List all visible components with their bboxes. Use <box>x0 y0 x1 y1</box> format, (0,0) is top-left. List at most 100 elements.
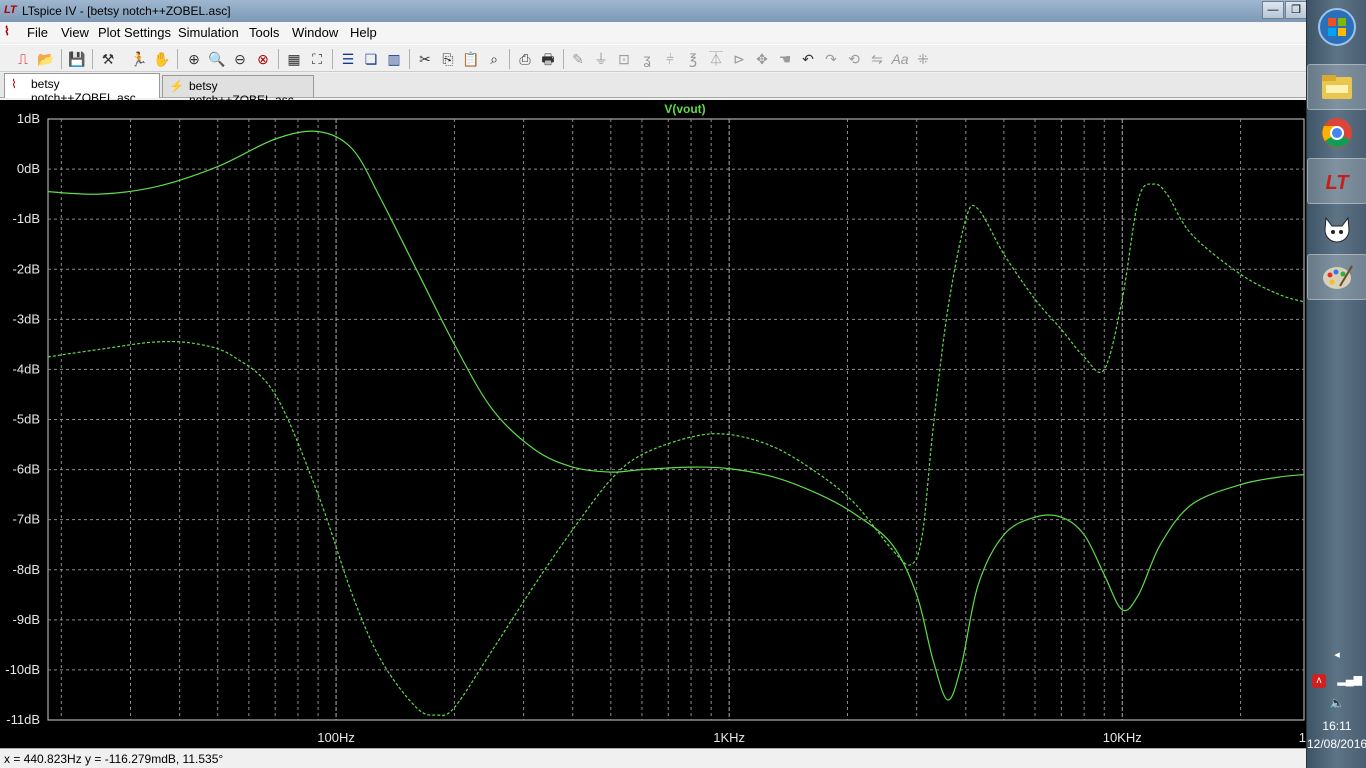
clock-date[interactable]: 12/08/2016 <box>1307 737 1366 751</box>
halt-icon[interactable]: ✋ <box>152 49 172 69</box>
redo-icon[interactable]: ↷ <box>821 49 841 69</box>
x-tick-label: 10KHz <box>1103 730 1142 745</box>
zoom-out-icon[interactable]: ⊖ <box>230 49 250 69</box>
x-tick-label: 1KHz <box>713 730 745 745</box>
mirror-icon[interactable]: ⇋ <box>867 49 887 69</box>
inductor-icon[interactable]: ℥ <box>683 49 703 69</box>
cut-icon[interactable]: ✂ <box>415 49 435 69</box>
label-icon[interactable]: ⊡ <box>614 49 634 69</box>
capacitor-icon[interactable]: ⫩ <box>660 49 680 69</box>
x-tick-label: 1 <box>1299 730 1306 745</box>
component-icon[interactable]: ⊳ <box>729 49 749 69</box>
save-icon[interactable]: 💾 <box>67 49 87 69</box>
y-axis-labels: 1dB 0dB -1dB -2dB -3dB -4dB -5dB -6dB -7dB -8dB -9… <box>5 111 40 727</box>
waveform-plot[interactable]: 1dB 0dB -1dB -2dB -3dB -4dB -5dB -6dB -7dB -8dB -9… <box>0 100 1306 748</box>
copy-icon[interactable]: ⎘ <box>438 49 458 69</box>
taskbar-explorer[interactable] <box>1307 64 1366 110</box>
toolbar-separator <box>332 49 333 69</box>
y-tick-label: -9dB <box>13 612 40 627</box>
taskbar-paint[interactable] <box>1307 254 1366 300</box>
open-icon[interactable]: 📂 <box>36 49 56 69</box>
menu-simulation[interactable]: Simulation <box>178 25 239 40</box>
taskbar-firefox[interactable] <box>1307 206 1366 252</box>
menu-file[interactable]: File <box>27 25 48 40</box>
run-icon[interactable]: 🏃 <box>129 49 149 69</box>
status-bar: x = 440.823Hz y = -116.279mdB, 11.535° <box>0 748 1306 768</box>
antivirus-icon[interactable]: ᴧ <box>1311 674 1326 688</box>
wire-icon[interactable]: ✎ <box>568 49 588 69</box>
control-panel-icon[interactable]: ⚒ <box>98 49 118 69</box>
find-icon[interactable]: ⌕ <box>484 49 504 69</box>
windows-start-button[interactable] <box>1307 4 1366 50</box>
waveform-chart[interactable]: 1dB 0dB -1dB -2dB -3dB -4dB -5dB -6dB -7dB -8dB -9… <box>0 100 1306 748</box>
autorange-icon[interactable]: ▦ <box>284 49 304 69</box>
menu-plot-settings[interactable]: Plot Settings <box>98 25 171 40</box>
new-schematic-icon[interactable]: ⎍ <box>13 49 33 69</box>
cursor-readout: x = 440.823Hz y = -116.279mdB, 11.535° <box>4 752 224 766</box>
zoom-in-icon[interactable]: ⊕ <box>184 49 204 69</box>
document-menu-icon[interactable]: ⌇ <box>4 24 20 38</box>
ground-icon[interactable]: ⏚ <box>591 49 611 69</box>
svg-text:LT: LT <box>1326 172 1351 194</box>
y-tick-label: -4dB <box>13 361 40 376</box>
tray-overflow-arrow[interactable]: ◂ <box>1307 648 1366 661</box>
toolbar-separator <box>563 49 564 69</box>
menu-window[interactable]: Window <box>292 25 338 40</box>
diode-icon[interactable]: ⏄ <box>706 49 726 69</box>
toolbar-separator <box>409 49 410 69</box>
x-axis-labels: 100Hz 1KHz 10KHz 1 <box>317 730 1306 745</box>
toolbar-separator <box>177 49 178 69</box>
y-tick-label: -5dB <box>13 412 40 427</box>
menu-bar: ⌇ File View Plot Settings Simulation Too… <box>0 22 1306 42</box>
menu-tools[interactable]: Tools <box>249 25 279 40</box>
taskbar: LT ◂ ᴧ ▂▄▆ 🔈 16:11 12/08/2016 <box>1306 0 1366 768</box>
spice-directive-icon[interactable]: ⁜ <box>913 49 933 69</box>
text-icon[interactable]: Aa <box>890 49 910 69</box>
trace-label-vout[interactable]: V(vout) <box>664 102 705 116</box>
toolbar-separator <box>278 49 279 69</box>
taskbar-chrome[interactable] <box>1307 110 1366 156</box>
menu-view[interactable]: View <box>61 25 89 40</box>
paste-icon[interactable]: 📋 <box>461 49 481 69</box>
schematic-icon: ⚡ <box>169 79 184 93</box>
ltspice-icon: LT <box>1326 172 1351 194</box>
cascade-icon[interactable]: ❏ <box>361 49 381 69</box>
print-icon[interactable]: 🖶 <box>538 49 558 69</box>
y-tick-label: -11dB <box>6 712 40 727</box>
y-tick-label: 1dB <box>17 111 40 126</box>
firefox-icon <box>1324 216 1350 243</box>
toolbar-separator <box>61 49 62 69</box>
network-signal-icon[interactable]: ▂▄▆ <box>1337 673 1362 686</box>
zoom-full-icon[interactable]: ⛶ <box>307 49 327 69</box>
maximize-button[interactable]: ❐ <box>1285 1 1307 19</box>
taskbar-ltspice[interactable]: LT <box>1307 158 1366 204</box>
tray-icons: ᴧ ▂▄▆ <box>1307 672 1366 688</box>
rotate-icon[interactable]: ⟲ <box>844 49 864 69</box>
y-tick-label: -10dB <box>5 662 40 677</box>
move-icon[interactable]: ✥ <box>752 49 772 69</box>
menu-help[interactable]: Help <box>350 25 377 40</box>
tab-schematic[interactable]: ⚡ betsy notch++ZOBEL.asc <box>162 75 314 107</box>
tab-waveform[interactable]: ⌇ betsy notch++ZOBEL.asc <box>4 73 160 105</box>
y-tick-label: -6dB <box>13 462 40 477</box>
file-explorer-icon <box>1322 75 1352 99</box>
clock-time[interactable]: 16:11 <box>1307 719 1366 733</box>
title-bar[interactable]: LT LTspice IV - [betsy notch++ZOBEL.asc]… <box>0 0 1307 22</box>
minimize-button[interactable]: — <box>1262 1 1284 19</box>
drag-icon[interactable]: ☚ <box>775 49 795 69</box>
zoom-cancel-icon[interactable]: ⊗ <box>253 49 273 69</box>
print-setup-icon[interactable]: ⎙ <box>515 49 535 69</box>
toolbar-separator <box>92 49 93 69</box>
tile-vertical-icon[interactable]: ▥ <box>384 49 404 69</box>
zoom-rect-icon[interactable]: 🔍 <box>207 49 227 69</box>
undo-icon[interactable]: ↶ <box>798 49 818 69</box>
app-window: LT LTspice IV - [betsy notch++ZOBEL.asc]… <box>0 0 1307 768</box>
resistor-icon[interactable]: ʓ <box>637 49 657 69</box>
windows-start-icon <box>1318 8 1356 46</box>
y-tick-label: -1dB <box>13 211 40 226</box>
trace-magnitude-solid <box>47 130 1305 701</box>
volume-icon[interactable]: 🔈 <box>1307 696 1366 710</box>
paint-icon <box>1323 265 1353 289</box>
tile-horizontal-icon[interactable]: ☰ <box>338 49 358 69</box>
y-tick-label: -3dB <box>13 311 40 326</box>
